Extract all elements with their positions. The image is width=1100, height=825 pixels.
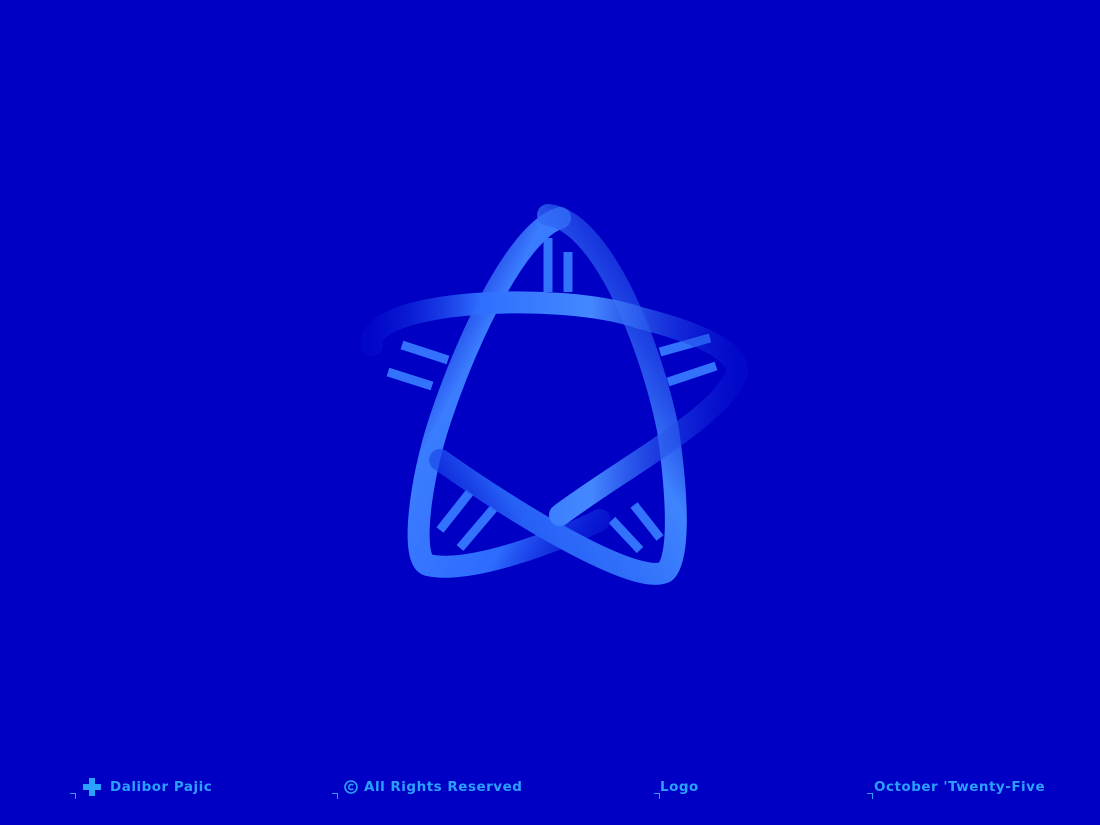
rights-text: All Rights Reserved [364, 779, 523, 795]
footer-rights: All Rights Reserved [332, 776, 523, 799]
category-text: Logo [660, 779, 699, 795]
footer-date: October 'Twenty-Five [867, 776, 1046, 799]
date-text: October 'Twenty-Five [874, 779, 1046, 795]
corner-mark [332, 793, 338, 799]
copyright-icon [344, 780, 358, 794]
footer-author: Dalibor Pajic [70, 776, 213, 799]
corner-mark [70, 793, 76, 799]
plus-cross-icon [83, 778, 101, 796]
footer-category: Logo [654, 776, 699, 799]
corner-mark [654, 793, 660, 799]
star-logo [361, 204, 748, 585]
corner-mark [867, 793, 873, 799]
author-name: Dalibor Pajic [110, 779, 213, 795]
